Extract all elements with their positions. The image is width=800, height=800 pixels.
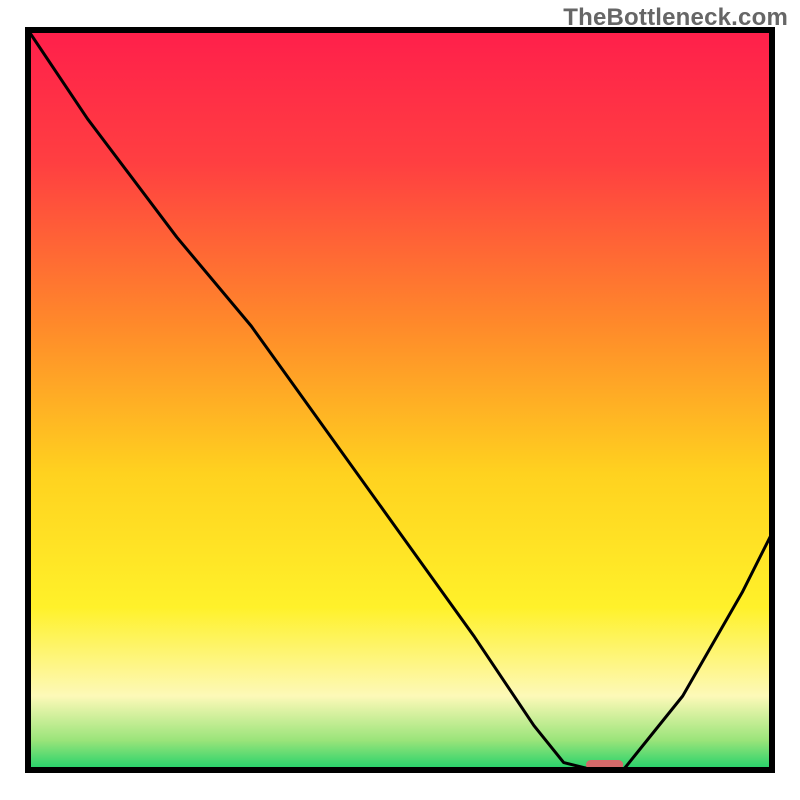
bottleneck-chart	[0, 0, 800, 800]
gradient-background	[28, 30, 772, 770]
watermark-label: TheBottleneck.com	[563, 4, 788, 32]
chart-frame: TheBottleneck.com	[0, 0, 800, 800]
plot-area	[28, 30, 772, 770]
